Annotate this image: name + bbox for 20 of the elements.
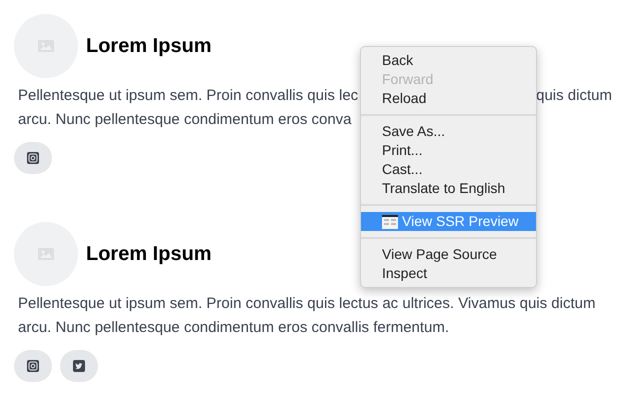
card-title: Lorem Ipsum: [86, 34, 212, 59]
instagram-icon: [27, 360, 39, 372]
bird-icon: [73, 360, 85, 372]
body-text: Pellentesque ut ipsum sem. Proin convallis quis lectus ac ultrices. Vivamus quis dictum arcu. Nunc pellentesque condimentum eros convallis fermentum.: [18, 294, 596, 338]
body-text: Pellentesque ut ipsum sem. Proin convallis quis lec: [18, 86, 358, 106]
menu-item[interactable]: Print...: [361, 141, 536, 160]
social-button[interactable]: [60, 350, 98, 382]
menu-item[interactable]: Cast...: [361, 160, 536, 179]
menu-item[interactable]: Back: [361, 51, 536, 70]
card-title: Lorem Ipsum: [86, 242, 212, 267]
menu-item[interactable]: Reload: [361, 89, 536, 108]
instagram-icon: [27, 152, 39, 164]
body-text: arcu. Nunc pellentesque condimentum eros conva: [18, 110, 352, 130]
menu-item[interactable]: Translate to English: [361, 179, 536, 198]
social-button[interactable]: [14, 142, 52, 174]
menu-item[interactable]: Inspect: [361, 264, 536, 283]
menu-item[interactable]: View Page Source: [361, 245, 536, 264]
menu-item[interactable]: Save As...: [361, 122, 536, 141]
body-text: quis dictum: [536, 86, 612, 106]
social-button[interactable]: [14, 350, 52, 382]
